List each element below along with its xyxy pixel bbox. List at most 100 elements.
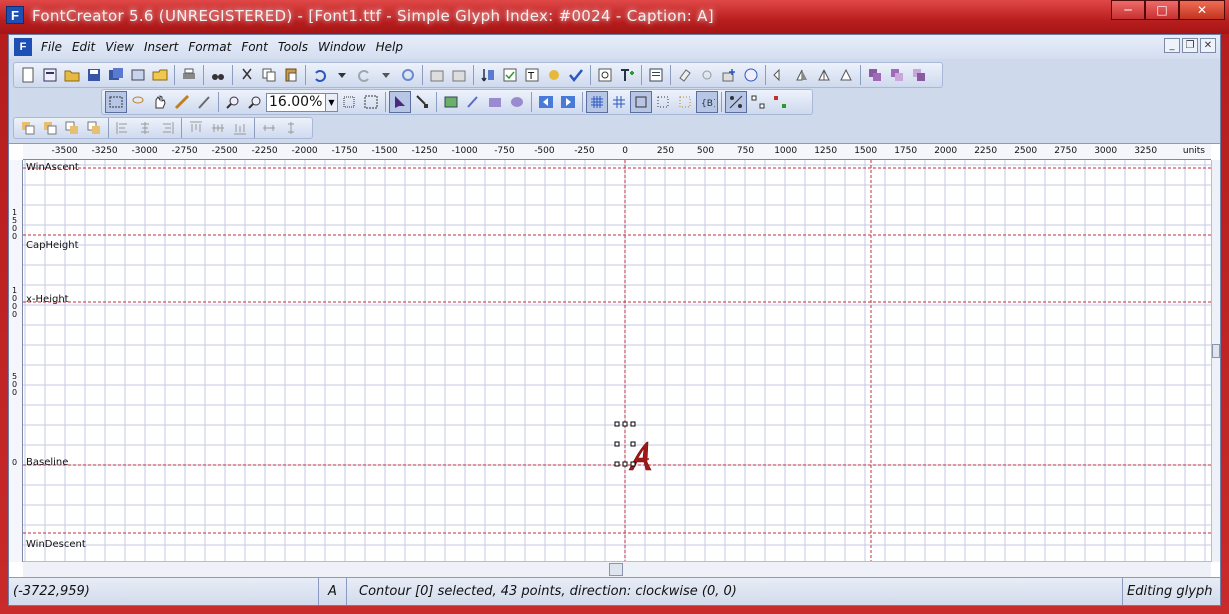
clock-icon[interactable]	[740, 64, 762, 86]
erase-icon[interactable]	[674, 64, 696, 86]
show-outline-icon[interactable]	[725, 91, 747, 113]
distribute-vertical-icon[interactable]	[280, 117, 302, 139]
auto-metrics-icon[interactable]	[543, 64, 565, 86]
menu-view[interactable]: View	[100, 40, 139, 54]
zoom-dropdown-icon[interactable]: ▼	[326, 92, 338, 112]
save-icon[interactable]	[83, 64, 105, 86]
menu-edit[interactable]: Edit	[67, 40, 100, 54]
align-middle-icon[interactable]	[207, 117, 229, 139]
menu-help[interactable]: Help	[371, 40, 408, 54]
title-bar[interactable]: F FontCreator 5.6 (UNREGISTERED) - [Font…	[0, 0, 1229, 34]
font-properties-icon[interactable]	[448, 64, 470, 86]
save-all-icon[interactable]	[105, 64, 127, 86]
show-grid-icon[interactable]	[586, 91, 608, 113]
new-from-template-icon[interactable]	[39, 64, 61, 86]
ellipse-tool-icon[interactable]	[506, 91, 528, 113]
validate-icon[interactable]	[499, 64, 521, 86]
send-backward-icon[interactable]	[61, 117, 83, 139]
close-button[interactable]: ✕	[1179, 0, 1225, 20]
flip-vertical-icon[interactable]	[791, 64, 813, 86]
bring-to-front-icon[interactable]	[17, 117, 39, 139]
hand-pan-icon[interactable]	[149, 91, 171, 113]
vertical-scroll-thumb[interactable]	[1212, 344, 1220, 358]
intersect-icon[interactable]	[886, 64, 908, 86]
mirror-icon[interactable]	[813, 64, 835, 86]
show-code-icon[interactable]: {B}	[696, 91, 718, 113]
open-folder-icon[interactable]	[61, 64, 83, 86]
zoom-out-icon[interactable]	[244, 91, 266, 113]
flip-horizontal-icon[interactable]	[769, 64, 791, 86]
bring-forward-icon[interactable]	[39, 117, 61, 139]
export-icon[interactable]	[127, 64, 149, 86]
simplify-icon[interactable]	[696, 64, 718, 86]
distribute-horizontal-icon[interactable]	[258, 117, 280, 139]
horizontal-scrollbar[interactable]	[23, 561, 1211, 577]
fontcreator-app-icon[interactable]: F	[6, 6, 24, 24]
glyph-canvas[interactable]: WinAscent CapHeight x-Height Baseline Wi…	[23, 160, 1211, 562]
cut-icon[interactable]	[236, 64, 258, 86]
snap-grid-icon[interactable]	[608, 91, 630, 113]
redo-icon[interactable]	[353, 64, 375, 86]
mdi-minimize-button[interactable]: _	[1164, 38, 1180, 53]
menu-font[interactable]: Font	[236, 40, 273, 54]
show-bounds-icon[interactable]	[630, 91, 652, 113]
undo-icon[interactable]	[309, 64, 331, 86]
menu-format[interactable]: Format	[183, 40, 236, 54]
align-left-icon[interactable]	[112, 117, 134, 139]
menu-tools[interactable]: Tools	[273, 40, 313, 54]
paste-icon[interactable]	[280, 64, 302, 86]
align-bottom-icon[interactable]	[229, 117, 251, 139]
lasso-icon[interactable]	[127, 91, 149, 113]
image-icon[interactable]	[440, 91, 462, 113]
subtract-icon[interactable]	[908, 64, 930, 86]
zoom-in-icon[interactable]	[222, 91, 244, 113]
knife-icon[interactable]	[193, 91, 215, 113]
undo-dropdown-icon[interactable]	[331, 64, 353, 86]
union-icon[interactable]	[864, 64, 886, 86]
preview-icon[interactable]	[594, 64, 616, 86]
mdi-close-button[interactable]: ✕	[1200, 38, 1216, 53]
show-points-icon[interactable]	[652, 91, 674, 113]
point-tool-icon[interactable]	[411, 91, 433, 113]
vertical-scrollbar[interactable]	[1211, 160, 1220, 562]
send-to-back-icon[interactable]	[83, 117, 105, 139]
menu-file[interactable]: File	[36, 40, 67, 54]
align-center-icon[interactable]	[134, 117, 156, 139]
minimize-button[interactable]: ─	[1111, 0, 1145, 20]
previous-glyph-icon[interactable]	[535, 91, 557, 113]
new-icon[interactable]	[17, 64, 39, 86]
show-metrics-icon[interactable]	[674, 91, 696, 113]
pen-icon[interactable]	[462, 91, 484, 113]
mdi-restore-button[interactable]: ❐	[1182, 38, 1198, 53]
redo-dropdown-icon[interactable]	[375, 64, 397, 86]
align-right-icon[interactable]	[156, 117, 178, 139]
rectangle-tool-icon[interactable]	[484, 91, 506, 113]
menu-insert[interactable]: Insert	[139, 40, 183, 54]
zoom-selection-icon[interactable]	[360, 91, 382, 113]
copy-icon[interactable]	[258, 64, 280, 86]
document-system-icon[interactable]: F	[14, 38, 32, 56]
glyph-properties-icon[interactable]	[426, 64, 448, 86]
zoom-fit-icon[interactable]	[338, 91, 360, 113]
add-contour-icon[interactable]	[718, 64, 740, 86]
find-binoculars-icon[interactable]	[207, 64, 229, 86]
node-tree-icon[interactable]	[747, 91, 769, 113]
rectangle-select-icon[interactable]	[105, 91, 127, 113]
components-icon[interactable]	[769, 91, 791, 113]
ruler-measure-icon[interactable]	[171, 91, 193, 113]
properties-panel-icon[interactable]	[645, 64, 667, 86]
repeat-icon[interactable]	[397, 64, 419, 86]
rotate-icon[interactable]	[835, 64, 857, 86]
check-icon[interactable]	[565, 64, 587, 86]
next-glyph-icon[interactable]	[557, 91, 579, 113]
zoom-level-input[interactable]: 16.00%	[266, 92, 326, 112]
align-top-icon[interactable]	[185, 117, 207, 139]
maximize-button[interactable]: □	[1145, 0, 1179, 20]
menu-window[interactable]: Window	[313, 40, 371, 54]
insert-glyph-icon[interactable]	[616, 64, 638, 86]
horizontal-scroll-thumb[interactable]	[609, 563, 623, 576]
text-icon[interactable]: T	[521, 64, 543, 86]
pointer-tool-icon[interactable]	[389, 91, 411, 113]
sort-icon[interactable]	[477, 64, 499, 86]
open-project-icon[interactable]	[149, 64, 171, 86]
